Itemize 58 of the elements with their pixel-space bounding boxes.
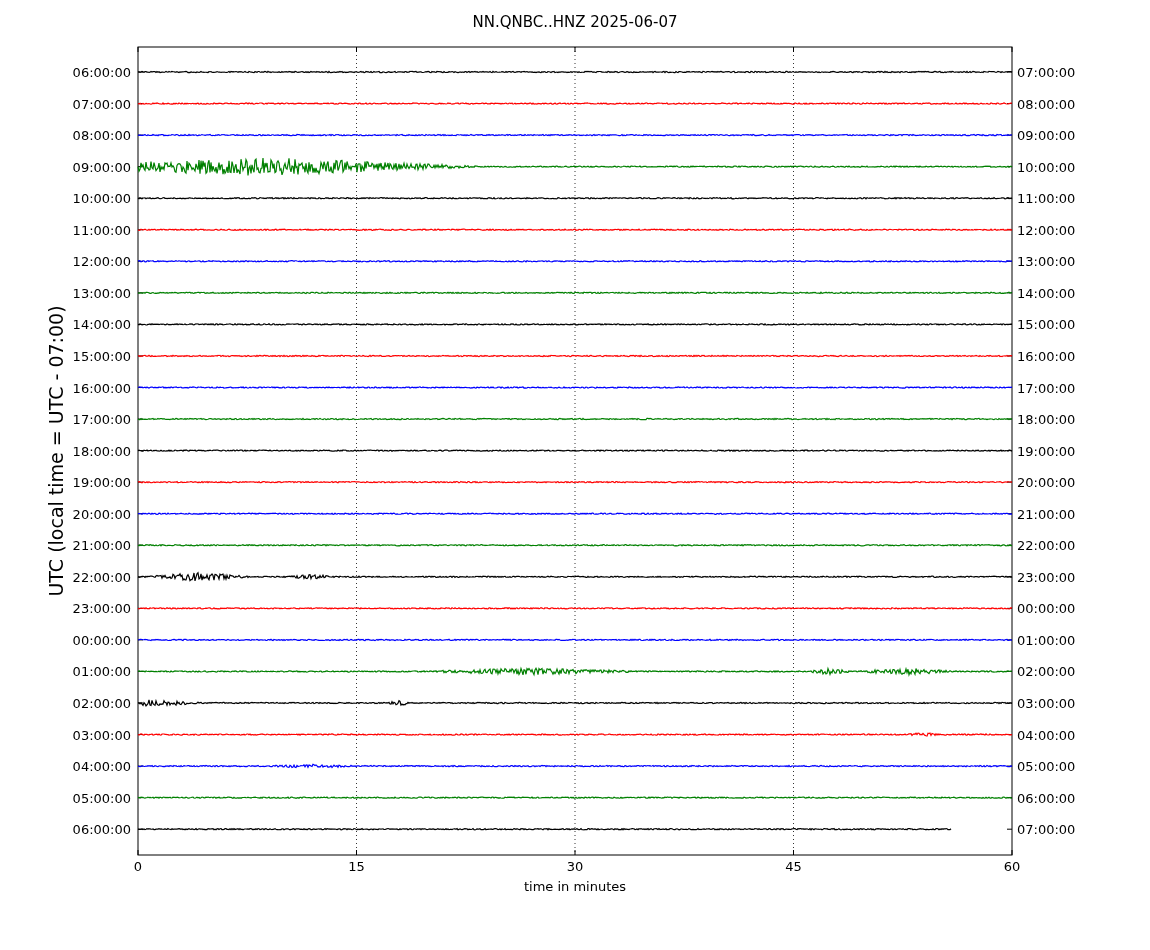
tick-label: 30: [566, 859, 584, 874]
time-label: 02:00:00: [1017, 664, 1076, 680]
time-label: 16:00:00: [72, 380, 131, 396]
time-label: 19:00:00: [72, 475, 131, 491]
tick-label: 60: [1003, 859, 1021, 874]
time-label: 09:00:00: [72, 159, 131, 175]
time-label: 15:00:00: [1017, 317, 1076, 333]
time-label: 07:00:00: [1017, 822, 1076, 838]
time-label: 21:00:00: [1017, 506, 1076, 522]
time-label: 22:00:00: [72, 569, 131, 585]
time-label: 06:00:00: [72, 65, 131, 80]
tick-label: 0: [133, 859, 143, 874]
time-label: 05:00:00: [1017, 759, 1076, 775]
time-label: 08:00:00: [72, 128, 131, 144]
time-label: 13:00:00: [1017, 254, 1076, 270]
time-label: 11:00:00: [1017, 191, 1076, 207]
time-label: 22:00:00: [1017, 538, 1076, 554]
time-label: 23:00:00: [72, 601, 131, 617]
axis-label: time in minutes: [523, 879, 627, 894]
time-label: 06:00:00: [72, 822, 131, 838]
time-label: 01:00:00: [1017, 632, 1076, 648]
time-label: 10:00:00: [72, 191, 131, 207]
time-label: 23:00:00: [1017, 569, 1076, 585]
chart-title: NN.QNBC..HNZ 2025-06-07: [472, 13, 678, 31]
time-label: 15:00:00: [72, 348, 131, 364]
time-label: 01:00:00: [72, 664, 131, 680]
time-label: 09:00:00: [1017, 128, 1076, 144]
time-label: 13:00:00: [72, 285, 131, 301]
time-label: 03:00:00: [72, 727, 131, 743]
time-label: 11:00:00: [72, 222, 131, 238]
tick-label: 45: [785, 859, 802, 874]
time-label: 03:00:00: [1017, 696, 1076, 711]
time-label: 00:00:00: [1017, 601, 1076, 617]
time-label: 04:00:00: [72, 759, 131, 775]
time-label: 04:00:00: [1017, 727, 1076, 743]
time-label: 19:00:00: [1017, 443, 1076, 459]
time-label: 07:00:00: [1017, 65, 1076, 80]
time-label: 14:00:00: [1017, 285, 1076, 301]
time-label: 20:00:00: [72, 506, 131, 522]
time-label: 17:00:00: [72, 412, 131, 428]
time-label: 05:00:00: [72, 790, 131, 806]
time-label: 18:00:00: [72, 443, 131, 459]
time-label: 02:00:00: [72, 696, 131, 711]
time-label: 18:00:00: [1017, 412, 1076, 428]
axis-label: UTC (local time = UTC - 07:00): [45, 305, 67, 597]
time-label: 07:00:00: [72, 96, 131, 112]
time-label: 12:00:00: [72, 254, 131, 270]
time-label: 00:00:00: [72, 632, 131, 648]
time-label: 08:00:00: [1017, 96, 1076, 112]
tick-label: 15: [348, 859, 365, 874]
time-label: 20:00:00: [1017, 475, 1076, 491]
time-label: 16:00:00: [1017, 348, 1076, 364]
time-label: 21:00:00: [72, 538, 131, 554]
time-label: 06:00:00: [1017, 790, 1076, 806]
time-label: 12:00:00: [1017, 222, 1076, 238]
time-label: 14:00:00: [72, 317, 131, 333]
time-label: 10:00:00: [1017, 159, 1076, 175]
time-label: 17:00:00: [1017, 380, 1076, 396]
